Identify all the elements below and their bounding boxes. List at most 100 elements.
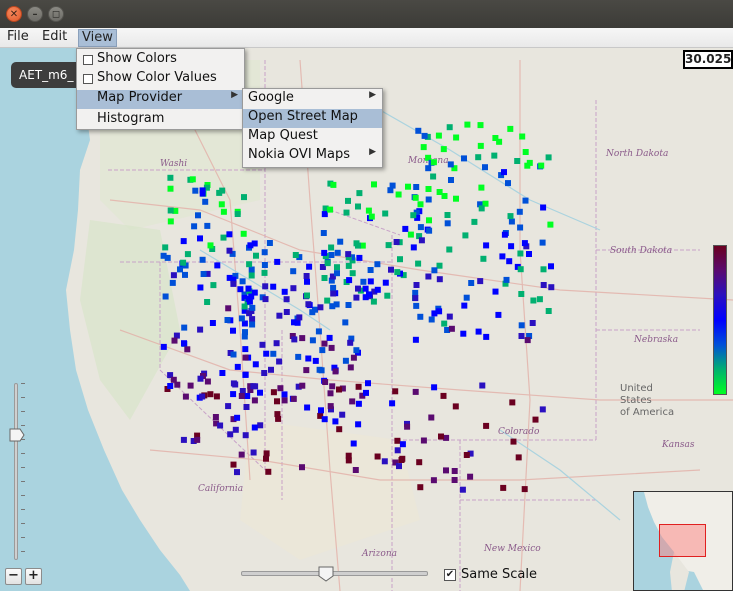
station-marker: [548, 284, 555, 291]
menu-item-map-quest[interactable]: Map Quest: [243, 128, 382, 147]
station-marker: [510, 438, 517, 445]
same-scale-checkbox[interactable]: ✔: [444, 568, 456, 581]
station-marker: [483, 333, 490, 340]
time-slider-track[interactable]: [241, 571, 428, 576]
time-slider-thumb[interactable]: [318, 566, 334, 582]
station-marker: [345, 262, 352, 269]
station-marker: [182, 393, 189, 400]
station-marker: [277, 385, 284, 392]
open-street-map-label: Open Street Map: [248, 109, 358, 124]
station-marker: [304, 292, 310, 299]
window-minimize-button[interactable]: –: [27, 6, 43, 22]
station-marker: [328, 252, 335, 258]
station-marker: [167, 218, 174, 225]
station-marker: [219, 370, 226, 376]
station-marker: [355, 400, 362, 407]
menu-file[interactable]: File: [4, 29, 32, 47]
station-marker: [234, 363, 241, 370]
station-marker: [181, 340, 187, 347]
overview-minimap[interactable]: [633, 491, 733, 591]
station-marker: [204, 299, 211, 305]
station-marker: [257, 389, 263, 396]
station-marker: [249, 304, 256, 311]
show-color-values-checkbox[interactable]: [83, 74, 93, 84]
station-marker: [451, 477, 458, 483]
menu-item-open-street-map[interactable]: Open Street Map: [243, 109, 382, 128]
station-marker: [312, 306, 318, 313]
station-marker: [174, 381, 181, 388]
station-marker: [444, 212, 451, 218]
station-marker: [164, 254, 171, 261]
station-marker: [522, 149, 529, 155]
station-marker: [389, 400, 396, 407]
window-maximize-button[interactable]: ◻: [48, 6, 64, 22]
station-marker: [345, 197, 351, 204]
histogram-label: Histogram: [97, 111, 165, 126]
same-scale-option[interactable]: ✔ Same Scale: [444, 566, 537, 583]
zoom-slider-tick: [21, 481, 25, 482]
station-marker: [395, 191, 402, 198]
station-marker: [500, 484, 507, 491]
station-marker: [459, 486, 466, 493]
station-marker: [248, 293, 255, 300]
zoom-slider-tick: [21, 509, 25, 510]
window-close-button[interactable]: ✕: [6, 6, 22, 22]
station-marker: [238, 393, 245, 399]
station-marker: [245, 285, 252, 292]
station-marker: [530, 297, 537, 304]
station-marker: [453, 134, 460, 141]
station-marker: [412, 388, 419, 395]
station-marker: [417, 201, 424, 208]
menu-item-show-colors[interactable]: Show Colors: [77, 51, 244, 70]
station-marker: [337, 238, 344, 245]
station-marker: [232, 381, 239, 388]
station-marker: [548, 263, 554, 270]
zoom-slider-track[interactable]: [14, 383, 18, 560]
station-marker: [184, 251, 191, 258]
layer-tab[interactable]: AET_m6_: [11, 62, 81, 88]
menu-item-show-color-values[interactable]: Show Color Values: [77, 70, 244, 89]
menu-item-map-provider[interactable]: Map Provider ▶: [77, 90, 244, 109]
station-marker: [204, 222, 211, 229]
station-marker: [242, 354, 249, 361]
station-marker: [441, 320, 448, 327]
station-marker: [506, 258, 513, 265]
station-marker: [430, 477, 437, 484]
zoom-slider[interactable]: [9, 383, 25, 560]
station-marker: [529, 320, 536, 326]
station-marker: [407, 231, 414, 238]
show-colors-checkbox[interactable]: [83, 55, 93, 65]
zoom-in-button[interactable]: +: [25, 568, 42, 585]
station-marker: [477, 142, 484, 149]
station-marker: [197, 235, 203, 242]
station-marker: [501, 231, 508, 238]
station-marker: [404, 423, 411, 430]
menu-view[interactable]: View: [78, 29, 117, 47]
station-marker: [425, 186, 432, 192]
station-marker: [440, 146, 447, 153]
station-marker: [214, 262, 221, 269]
zoom-out-button[interactable]: −: [5, 568, 22, 585]
label-california: California: [198, 484, 243, 494]
menu-item-google[interactable]: Google ▶: [243, 90, 382, 109]
station-marker: [266, 240, 273, 246]
station-marker: [309, 337, 316, 344]
station-marker: [241, 194, 247, 201]
station-marker: [303, 273, 310, 279]
station-marker: [210, 282, 217, 289]
station-marker: [312, 357, 319, 364]
zoom-slider-tick: [21, 453, 25, 454]
station-marker: [194, 436, 201, 443]
menu-item-histogram[interactable]: Histogram: [77, 111, 244, 130]
zoom-slider-thumb[interactable]: [9, 428, 25, 442]
station-marker: [518, 291, 525, 297]
station-marker: [177, 266, 183, 273]
menu-item-nokia-ovi-maps[interactable]: Nokia OVI Maps ▶: [243, 147, 382, 166]
station-marker: [496, 138, 503, 145]
station-marker: [388, 266, 394, 273]
station-marker: [478, 184, 485, 191]
minimap-viewport[interactable]: [659, 524, 706, 557]
time-slider[interactable]: [241, 566, 428, 582]
station-marker: [180, 436, 187, 443]
menu-edit[interactable]: Edit: [39, 29, 70, 47]
